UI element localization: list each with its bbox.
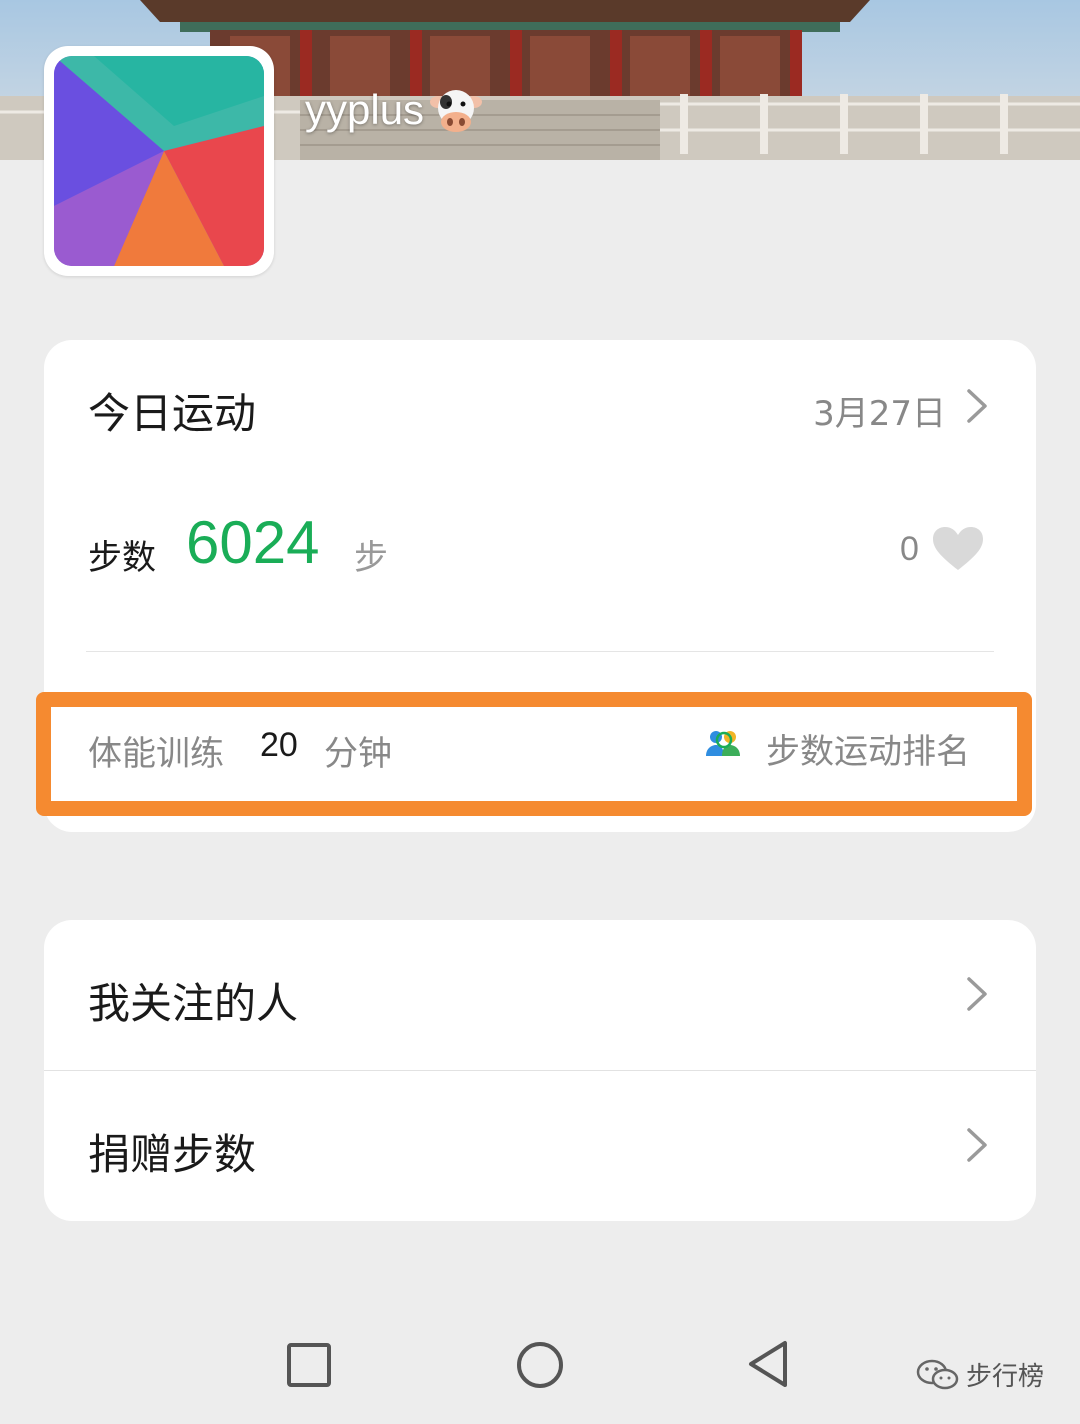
username-text: yyplus (305, 86, 425, 133)
username: yyplus (305, 82, 484, 138)
menu-card: 我关注的人 捐赠步数 (44, 920, 1036, 1221)
watermark: 步行榜 (916, 1356, 1044, 1393)
today-title: 今日运动 (88, 389, 257, 438)
steps-value: 6024 (186, 509, 320, 576)
list-item-label: 捐赠步数 (88, 1130, 257, 1179)
highlight-box (36, 692, 1032, 816)
wechat-icon (916, 1359, 959, 1389)
cow-face-icon (428, 82, 484, 138)
home-icon[interactable] (515, 1340, 565, 1390)
back-icon[interactable] (745, 1340, 795, 1390)
list-item-label: 我关注的人 (88, 979, 299, 1028)
chevron-right-icon[interactable] (966, 388, 988, 424)
avatar-wallpaper-icon (54, 56, 264, 266)
like-count: 0 (900, 530, 919, 568)
watermark-text: 步行榜 (966, 1362, 1045, 1392)
heart-icon[interactable] (932, 526, 984, 572)
avatar[interactable] (44, 46, 274, 276)
divider (86, 651, 994, 652)
list-item-following[interactable]: 我关注的人 (44, 920, 1036, 1071)
list-item-donate-steps[interactable]: 捐赠步数 (44, 1071, 1036, 1221)
chevron-right-icon (966, 976, 988, 1012)
steps-label: 步数 (88, 538, 156, 578)
today-date[interactable]: 3月27日 (813, 386, 946, 435)
chevron-right-icon (966, 1127, 988, 1163)
steps-unit: 步 (354, 538, 388, 578)
recent-apps-icon[interactable] (286, 1340, 336, 1390)
